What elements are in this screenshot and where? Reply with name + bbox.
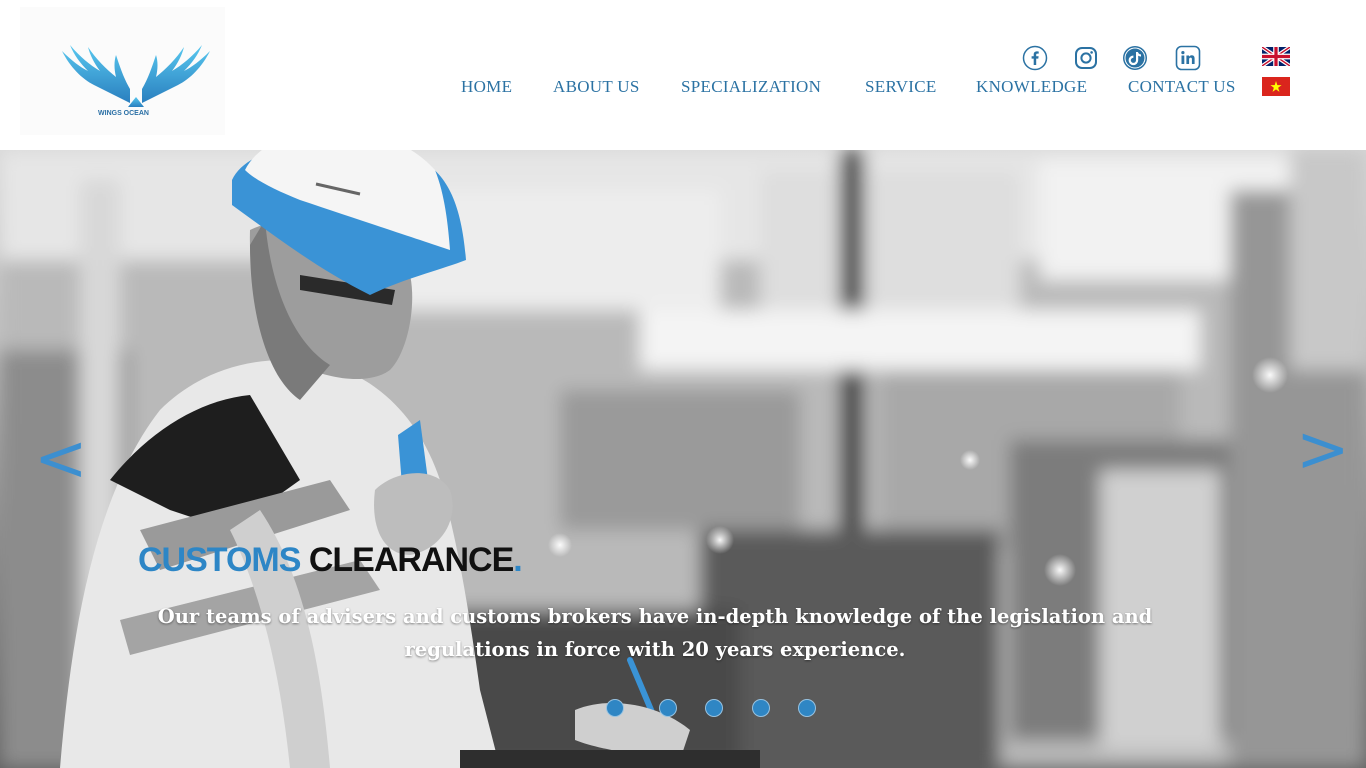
hero-slider: < > CUSTOMS CLEARANCE. Our teams of advi… [0, 150, 1366, 768]
slide-dot-2[interactable] [659, 699, 677, 717]
slide-dot-5[interactable] [798, 699, 816, 717]
wings-logo-icon [62, 45, 210, 107]
nav-contact-us[interactable]: CONTACT US [1128, 77, 1236, 97]
slide-dot-3[interactable] [705, 699, 723, 717]
vietnam-flag-icon[interactable] [1262, 77, 1290, 96]
nav-specialization[interactable]: SPECIALIZATION [681, 77, 821, 97]
slide-title-word-2: CLEARANCE [308, 541, 514, 579]
nav-about-us[interactable]: ABOUT US [553, 77, 640, 97]
slide-title: CUSTOMS CLEARANCE. [138, 541, 523, 579]
hero-background-image [0, 150, 1366, 768]
slide-title-dot: . [513, 541, 523, 579]
logo-text: WINGS OCEAN [98, 110, 149, 117]
slide-description: Our teams of advisers and customs broker… [157, 605, 1153, 661]
tiktok-icon[interactable] [1122, 45, 1148, 71]
linkedin-icon[interactable] [1175, 45, 1201, 71]
next-slide-button[interactable]: > [1296, 418, 1350, 482]
site-header: WINGS OCEAN HOME ABOUT US SPECIALIZATION… [0, 0, 1366, 150]
prev-slide-button[interactable]: < [34, 427, 88, 491]
logo[interactable]: WINGS OCEAN [20, 7, 225, 135]
nav-home[interactable]: HOME [461, 77, 512, 97]
slide-dot-1[interactable] [606, 699, 624, 717]
slide-title-word-1: CUSTOMS [138, 541, 301, 579]
facebook-icon[interactable] [1022, 45, 1048, 71]
instagram-icon[interactable] [1073, 45, 1099, 71]
uk-flag-icon[interactable] [1262, 47, 1290, 66]
nav-knowledge[interactable]: KNOWLEDGE [976, 77, 1087, 97]
slide-dot-4[interactable] [752, 699, 770, 717]
nav-service[interactable]: SERVICE [865, 77, 937, 97]
